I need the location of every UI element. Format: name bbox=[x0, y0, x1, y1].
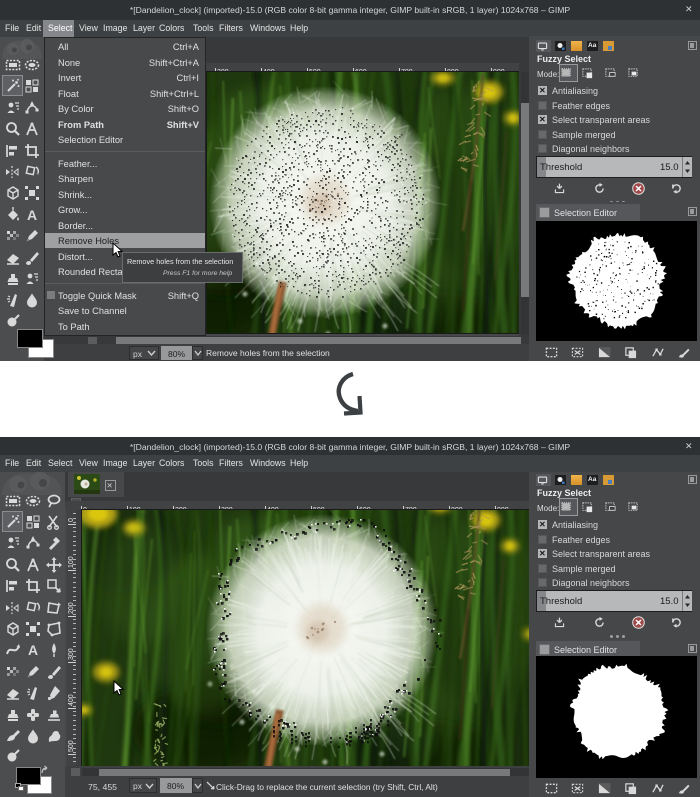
svg-text:200: 200 bbox=[68, 602, 75, 614]
svg-text:300: 300 bbox=[68, 648, 75, 660]
svg-text:400: 400 bbox=[68, 694, 75, 706]
svg-text:500: 500 bbox=[68, 740, 75, 752]
svg-text:100: 100 bbox=[68, 556, 75, 568]
svg-text:A: A bbox=[28, 642, 38, 658]
